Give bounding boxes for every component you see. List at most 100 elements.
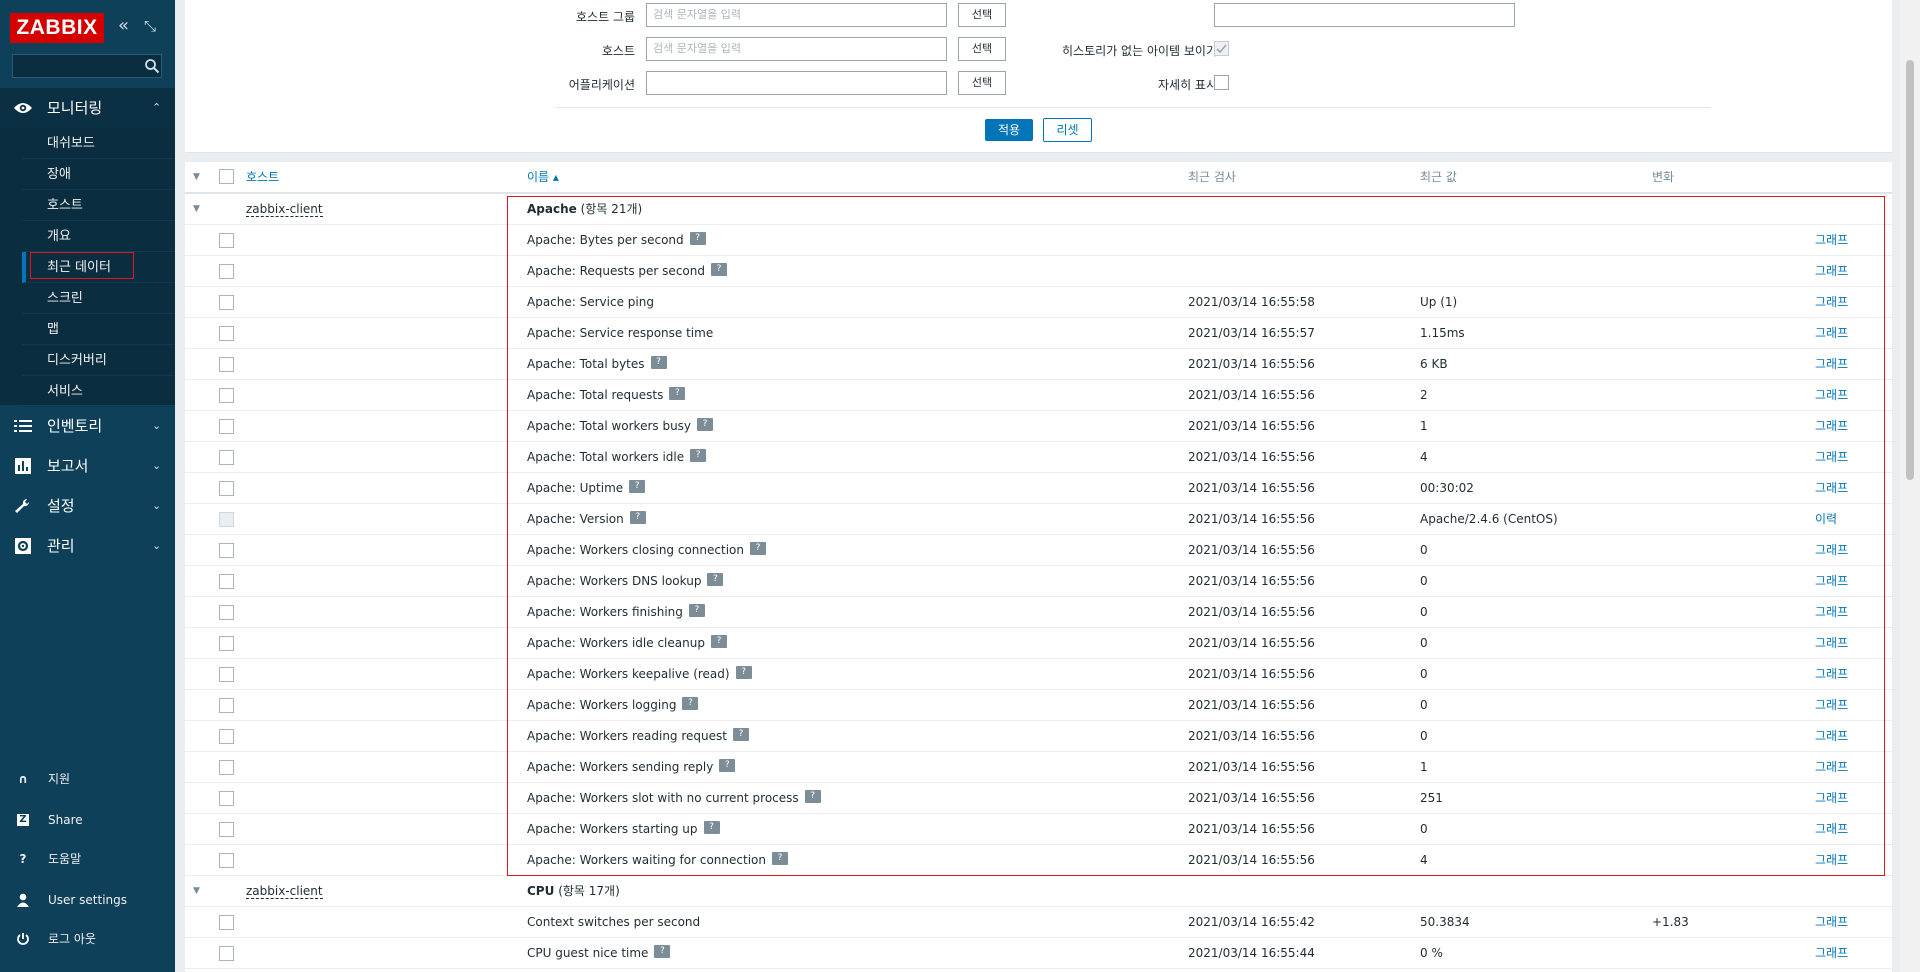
sidebar-search-input[interactable]	[12, 54, 162, 78]
item-description-hint-icon[interactable]: ?	[710, 635, 727, 648]
item-description-hint-icon[interactable]: ?	[735, 666, 752, 679]
graph-link[interactable]: 그래프	[1815, 752, 1848, 783]
graph-link[interactable]: 그래프	[1815, 690, 1848, 721]
graph-link[interactable]: 그래프	[1815, 721, 1848, 752]
row-checkbox[interactable]	[219, 543, 234, 558]
graph-link[interactable]: 그래프	[1815, 597, 1848, 628]
share-link[interactable]: Z Share	[0, 808, 175, 832]
item-description-hint-icon[interactable]: ?	[682, 697, 699, 710]
row-checkbox[interactable]	[219, 915, 234, 930]
row-checkbox[interactable]	[219, 419, 234, 434]
row-checkbox[interactable]	[219, 233, 234, 248]
item-description-hint-icon[interactable]: ?	[629, 480, 646, 493]
row-checkbox[interactable]	[219, 450, 234, 465]
application-input[interactable]	[646, 71, 947, 95]
help-link[interactable]: ? 도움말	[0, 847, 175, 871]
group-toggle-icon[interactable]: ▼	[193, 194, 200, 225]
row-checkbox[interactable]	[219, 760, 234, 775]
item-description-hint-icon[interactable]: ?	[749, 542, 766, 555]
item-description-hint-icon[interactable]: ?	[707, 573, 724, 586]
graph-link[interactable]: 그래프	[1815, 380, 1848, 411]
row-checkbox[interactable]	[219, 481, 234, 496]
row-checkbox[interactable]	[219, 853, 234, 868]
graph-link[interactable]: 그래프	[1815, 659, 1848, 690]
item-description-hint-icon[interactable]: ?	[697, 418, 714, 431]
submenu-overview[interactable]: 개요	[22, 221, 175, 252]
kiosk-mode-icon[interactable]: ⤡	[144, 16, 156, 36]
item-description-hint-icon[interactable]: ?	[690, 449, 707, 462]
row-checkbox[interactable]	[219, 295, 234, 310]
item-description-hint-icon[interactable]: ?	[669, 387, 686, 400]
search-icon[interactable]	[144, 58, 160, 74]
graph-link[interactable]: 그래프	[1815, 411, 1848, 442]
application-select-button[interactable]: 선택	[958, 71, 1006, 95]
item-description-hint-icon[interactable]: ?	[703, 821, 720, 834]
submenu-dashboard[interactable]: 대쉬보드	[22, 128, 175, 159]
item-description-hint-icon[interactable]: ?	[719, 759, 736, 772]
graph-link[interactable]: 그래프	[1815, 628, 1848, 659]
graph-link[interactable]: 그래프	[1815, 845, 1848, 876]
page-scrollbar-thumb[interactable]	[1906, 60, 1914, 480]
submenu-services[interactable]: 서비스	[22, 376, 175, 407]
show-details-checkbox[interactable]	[1214, 75, 1229, 90]
row-checkbox[interactable]	[219, 667, 234, 682]
item-description-hint-icon[interactable]: ?	[688, 604, 705, 617]
graph-link[interactable]: 그래프	[1815, 938, 1848, 969]
menu-reports[interactable]: 보고서 ⌄	[0, 446, 175, 486]
menu-monitoring[interactable]: 모니터링 ⌃	[0, 88, 175, 128]
graph-link[interactable]: 그래프	[1815, 473, 1848, 504]
row-checkbox[interactable]	[219, 326, 234, 341]
host-link[interactable]: zabbix-client	[246, 884, 323, 899]
support-link[interactable]: ∩ 지원	[0, 767, 175, 791]
menu-configuration[interactable]: 설정 ⌄	[0, 486, 175, 526]
graph-link[interactable]: 그래프	[1815, 907, 1848, 938]
submenu-maps[interactable]: 맵	[22, 314, 175, 345]
row-checkbox[interactable]	[219, 698, 234, 713]
item-description-hint-icon[interactable]: ?	[804, 790, 821, 803]
item-description-hint-icon[interactable]: ?	[629, 511, 646, 524]
row-checkbox[interactable]	[219, 264, 234, 279]
host-link[interactable]: zabbix-client	[246, 202, 323, 217]
reset-button[interactable]: 리셋	[1043, 118, 1092, 142]
menu-administration[interactable]: 관리 ⌄	[0, 526, 175, 566]
graph-link[interactable]: 그래프	[1815, 566, 1848, 597]
row-checkbox[interactable]	[219, 822, 234, 837]
graph-link[interactable]: 그래프	[1815, 287, 1848, 318]
row-checkbox[interactable]	[219, 605, 234, 620]
user-settings-link[interactable]: User settings	[0, 888, 175, 912]
collapse-sidebar-icon[interactable]: «	[118, 16, 129, 36]
submenu-problems[interactable]: 장애	[22, 159, 175, 190]
logout-link[interactable]: 로그 아웃	[0, 927, 175, 951]
row-checkbox[interactable]	[219, 729, 234, 744]
item-description-hint-icon[interactable]: ?	[650, 356, 667, 369]
graph-link[interactable]: 그래프	[1815, 442, 1848, 473]
menu-inventory[interactable]: 인벤토리 ⌄	[0, 406, 175, 446]
history-link[interactable]: 이력	[1815, 504, 1837, 535]
select-all-checkbox[interactable]	[219, 169, 234, 184]
host-input[interactable]: 검색 문자열을 입력	[646, 37, 947, 61]
column-host-header[interactable]: 호스트	[246, 162, 279, 192]
row-checkbox[interactable]	[219, 791, 234, 806]
row-checkbox[interactable]	[219, 574, 234, 589]
graph-link[interactable]: 그래프	[1815, 783, 1848, 814]
group-toggle-icon[interactable]: ▼	[193, 876, 200, 907]
column-name-header[interactable]: 이름 ▴	[527, 162, 559, 192]
row-checkbox[interactable]	[219, 357, 234, 372]
apply-button[interactable]: 적용	[985, 119, 1033, 141]
submenu-screens[interactable]: 스크린	[22, 283, 175, 314]
graph-link[interactable]: 그래프	[1815, 256, 1848, 287]
item-description-hint-icon[interactable]: ?	[689, 232, 706, 245]
graph-link[interactable]: 그래프	[1815, 814, 1848, 845]
row-checkbox[interactable]	[219, 388, 234, 403]
host-group-select-button[interactable]: 선택	[958, 3, 1006, 27]
item-description-hint-icon[interactable]: ?	[654, 945, 671, 958]
item-description-hint-icon[interactable]: ?	[771, 852, 788, 865]
item-description-hint-icon[interactable]: ?	[732, 728, 749, 741]
submenu-hosts[interactable]: 호스트	[22, 190, 175, 221]
graph-link[interactable]: 그래프	[1815, 318, 1848, 349]
submenu-discovery[interactable]: 디스커버리	[22, 345, 175, 376]
graph-link[interactable]: 그래프	[1815, 349, 1848, 380]
row-checkbox[interactable]	[219, 636, 234, 651]
collapse-all-toggle[interactable]: ▼	[193, 162, 200, 192]
item-description-hint-icon[interactable]: ?	[710, 263, 727, 276]
